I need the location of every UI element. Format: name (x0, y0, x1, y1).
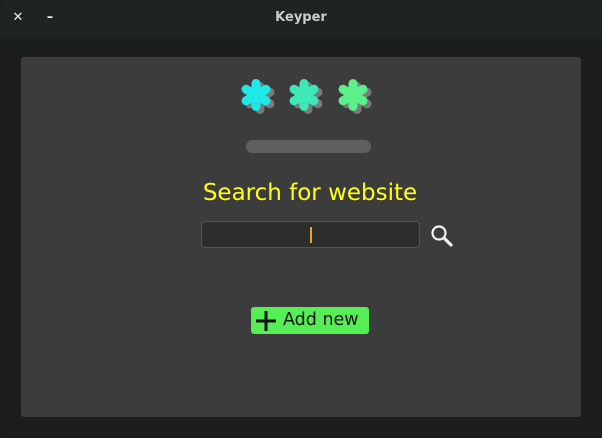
add-new-button[interactable]: Add new (251, 307, 369, 334)
text-caret (310, 227, 312, 243)
window-title: Keyper (275, 10, 327, 25)
strength-bar (246, 140, 371, 153)
three-asterisks-logo-icon (239, 79, 373, 114)
search-button[interactable] (429, 223, 455, 249)
add-new-label: Add new (283, 310, 359, 330)
plus-icon (256, 311, 276, 331)
title-bar[interactable]: ✕ – Keyper (0, 0, 602, 38)
app-window: ✕ – Keyper Search for website Add new (0, 0, 602, 438)
main-panel: Search for website Add new (21, 57, 581, 417)
magnifier-icon (431, 225, 453, 247)
search-heading: Search for website (202, 180, 418, 206)
